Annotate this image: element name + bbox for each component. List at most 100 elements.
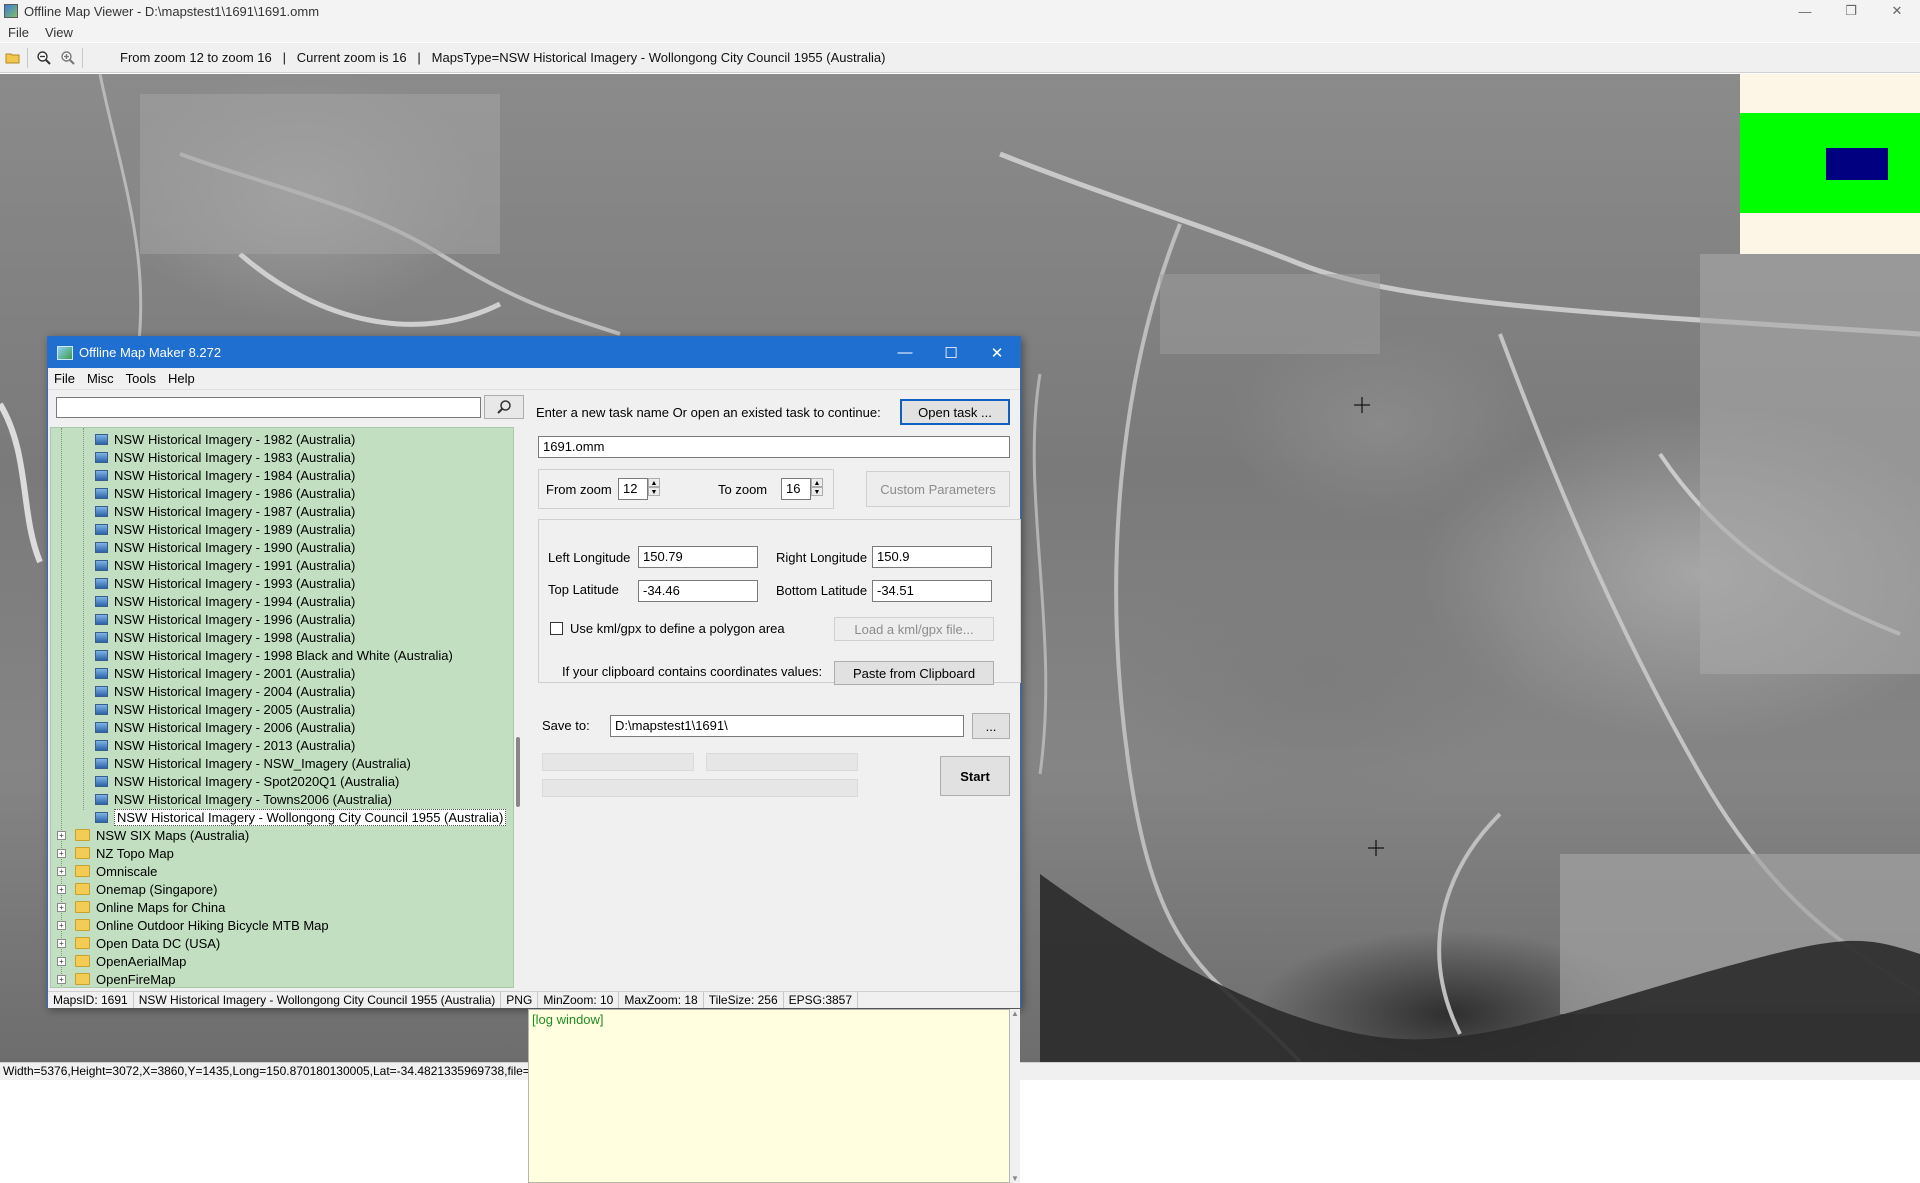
tree-folder[interactable]: + OpenAerialMap xyxy=(57,952,186,970)
open-task-button[interactable]: Open task ... xyxy=(900,399,1010,425)
folder-icon xyxy=(75,829,90,841)
tree-item-map-type[interactable]: NSW Historical Imagery - 1993 (Australia… xyxy=(95,574,355,592)
custom-parameters-button[interactable]: Custom Parameters xyxy=(866,471,1010,507)
tree-item-map-type[interactable]: NSW Historical Imagery - 2004 (Australia… xyxy=(95,682,355,700)
folder-icon xyxy=(75,919,90,931)
status-min-zoom: MinZoom: 10 xyxy=(538,992,620,1008)
tree-item-map-type[interactable]: NSW Historical Imagery - 1989 (Australia… xyxy=(95,520,355,538)
map-layer-icon xyxy=(95,433,108,445)
map-type-pane: NSW Historical Imagery - 1982 (Australia… xyxy=(48,391,524,991)
map-layer-icon xyxy=(95,793,108,805)
tree-folder[interactable]: + Omniscale xyxy=(57,862,157,880)
dialog-menu-tools[interactable]: Tools xyxy=(120,371,162,386)
expand-icon[interactable]: + xyxy=(57,938,66,948)
toolbar-separator xyxy=(82,47,83,68)
tree-item-map-type[interactable]: NSW Historical Imagery - 1982 (Australia… xyxy=(95,430,355,448)
dialog-menu-help[interactable]: Help xyxy=(162,371,201,386)
zoom-out-icon[interactable] xyxy=(33,47,55,69)
browse-button[interactable]: ... xyxy=(972,713,1010,739)
kml-polygon-checkbox[interactable] xyxy=(550,622,563,635)
tree-item-map-type[interactable]: NSW Historical Imagery - Wollongong City… xyxy=(95,808,507,826)
tree-item-map-type[interactable]: NSW Historical Imagery - Spot2020Q1 (Aus… xyxy=(95,772,399,790)
tree-item-label: NSW Historical Imagery - 1996 (Australia… xyxy=(114,611,356,627)
tree-scrollbar[interactable] xyxy=(516,427,522,988)
tree-folder-label: OpenFireMap xyxy=(96,971,176,987)
tree-item-map-type[interactable]: NSW Historical Imagery - 1984 (Australia… xyxy=(95,466,355,484)
minimize-button[interactable]: — xyxy=(1782,0,1828,22)
expand-icon[interactable]: + xyxy=(57,848,66,858)
zoom-in-icon[interactable] xyxy=(57,47,79,69)
left-longitude-input[interactable]: 150.79 xyxy=(638,546,758,568)
scroll-up-arrow[interactable]: ▲ xyxy=(1010,1009,1020,1018)
save-to-input[interactable]: D:\mapstest1\1691\ xyxy=(610,715,964,737)
maximize-button[interactable]: ❐ xyxy=(1828,0,1874,22)
bottom-latitude-input[interactable]: -34.51 xyxy=(872,580,992,602)
tree-folder-label: Onemap (Singapore) xyxy=(96,881,218,897)
dialog-menu-file[interactable]: File xyxy=(48,371,81,386)
tree-item-map-type[interactable]: NSW Historical Imagery - 1987 (Australia… xyxy=(95,502,355,520)
tree-item-map-type[interactable]: NSW Historical Imagery - 1986 (Australia… xyxy=(95,484,355,502)
expand-icon[interactable]: + xyxy=(57,902,66,912)
tree-item-map-type[interactable]: NSW Historical Imagery - 1991 (Australia… xyxy=(95,556,355,574)
to-zoom-label: To zoom xyxy=(718,482,768,497)
from-zoom-stepper[interactable]: ▲ ▼ xyxy=(648,478,660,496)
dialog-minimize-button[interactable]: — xyxy=(882,337,928,368)
scroll-down-arrow[interactable]: ▼ xyxy=(1010,1174,1020,1183)
tree-item-map-type[interactable]: NSW Historical Imagery - 2001 (Australia… xyxy=(95,664,355,682)
close-button[interactable]: ✕ xyxy=(1874,0,1920,22)
dialog-titlebar: Offline Map Maker 8.272 — ☐ ✕ xyxy=(48,337,1020,368)
tree-item-label: NSW Historical Imagery - 1993 (Australia… xyxy=(114,575,356,591)
to-zoom-stepper[interactable]: ▲ ▼ xyxy=(811,478,823,496)
expand-icon[interactable]: + xyxy=(57,956,66,966)
from-zoom-input[interactable]: 12 xyxy=(618,478,648,500)
load-kml-button[interactable]: Load a kml/gpx file... xyxy=(834,617,994,641)
log-scrollbar[interactable]: ▲ ▼ xyxy=(1010,1009,1020,1183)
expand-icon[interactable]: + xyxy=(57,920,66,930)
log-window[interactable]: [log window] xyxy=(528,1009,1010,1183)
tree-folder[interactable]: + Online Outdoor Hiking Bicycle MTB Map xyxy=(57,916,329,934)
tree-item-map-type[interactable]: NSW Historical Imagery - 1990 (Australia… xyxy=(95,538,355,556)
tree-folder[interactable]: + NZ Topo Map xyxy=(57,844,174,862)
tree-item-map-type[interactable]: NSW Historical Imagery - 1996 (Australia… xyxy=(95,610,355,628)
search-button[interactable] xyxy=(484,395,524,419)
tree-folder[interactable]: + Online Maps for China xyxy=(57,898,225,916)
tree-item-map-type[interactable]: NSW Historical Imagery - Towns2006 (Aust… xyxy=(95,790,392,808)
tree-folder[interactable]: + NSW SIX Maps (Australia) xyxy=(57,826,249,844)
map-layer-icon xyxy=(95,631,108,643)
expand-icon[interactable]: + xyxy=(57,866,66,876)
map-maker-dialog: Offline Map Maker 8.272 — ☐ ✕ File Misc … xyxy=(47,336,1021,1183)
to-zoom-input[interactable]: 16 xyxy=(781,478,811,500)
menu-file[interactable]: File xyxy=(0,25,37,40)
start-button[interactable]: Start xyxy=(940,756,1010,796)
tree-item-map-type[interactable]: NSW Historical Imagery - 1994 (Australia… xyxy=(95,592,355,610)
tree-item-map-type[interactable]: NSW Historical Imagery - 2013 (Australia… xyxy=(95,736,355,754)
dialog-maximize-button[interactable]: ☐ xyxy=(928,337,974,368)
tree-item-map-type[interactable]: NSW Historical Imagery - 1998 (Australia… xyxy=(95,628,355,646)
open-folder-icon[interactable] xyxy=(2,47,24,69)
tree-item-map-type[interactable]: NSW Historical Imagery - 2005 (Australia… xyxy=(95,700,355,718)
paste-clipboard-button[interactable]: Paste from Clipboard xyxy=(834,661,994,685)
expand-icon[interactable]: + xyxy=(57,884,66,894)
viewer-menubar: File View xyxy=(0,22,1920,42)
tree-item-map-type[interactable]: NSW Historical Imagery - NSW_Imagery (Au… xyxy=(95,754,411,772)
top-latitude-input[interactable]: -34.46 xyxy=(638,580,758,602)
zoom-info-text: From zoom 12 to zoom 16 | Current zoom i… xyxy=(120,50,886,65)
tree-item-label: NSW Historical Imagery - 1986 (Australia… xyxy=(114,485,356,501)
dialog-menu-misc[interactable]: Misc xyxy=(81,371,120,386)
minimap-viewport[interactable] xyxy=(1826,148,1888,180)
expand-icon[interactable]: + xyxy=(57,974,66,984)
map-type-tree[interactable]: NSW Historical Imagery - 1982 (Australia… xyxy=(50,427,514,988)
task-name-input[interactable]: 1691.omm xyxy=(538,436,1010,458)
tree-folder[interactable]: + Open Data DC (USA) xyxy=(57,934,220,952)
tree-item-map-type[interactable]: NSW Historical Imagery - 1998 Black and … xyxy=(95,646,453,664)
tree-item-map-type[interactable]: NSW Historical Imagery - 2006 (Australia… xyxy=(95,718,355,736)
tree-folder[interactable]: + OpenFireMap xyxy=(57,970,176,987)
dialog-close-button[interactable]: ✕ xyxy=(974,337,1020,368)
menu-view[interactable]: View xyxy=(37,25,81,40)
minimap[interactable] xyxy=(1740,74,1920,254)
expand-icon[interactable]: + xyxy=(57,830,66,840)
tree-folder[interactable]: + Onemap (Singapore) xyxy=(57,880,217,898)
right-longitude-input[interactable]: 150.9 xyxy=(872,546,992,568)
map-search-input[interactable] xyxy=(56,397,481,418)
tree-item-map-type[interactable]: NSW Historical Imagery - 1983 (Australia… xyxy=(95,448,355,466)
